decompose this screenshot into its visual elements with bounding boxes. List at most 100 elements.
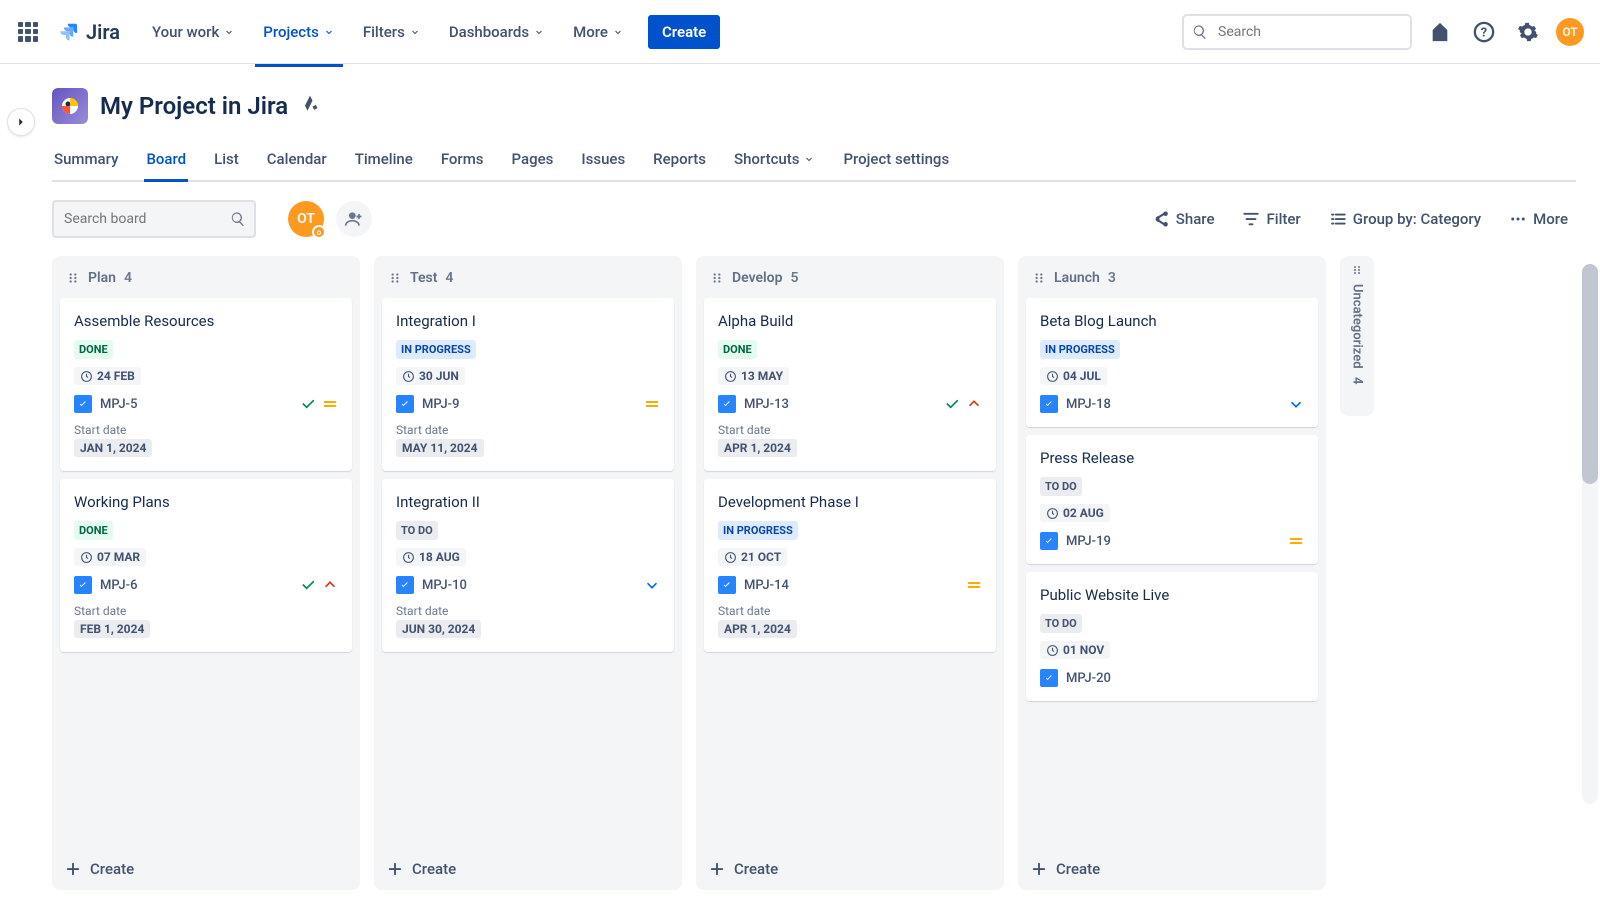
column-header[interactable]: Develop 5 xyxy=(696,256,1004,294)
column-plan: Plan 4 Assemble Resources DONE 24 FEB MP… xyxy=(52,256,360,890)
nav-item-dashboards[interactable]: Dashboards xyxy=(441,17,553,47)
start-date: Start dateAPR 1, 2024 xyxy=(718,604,982,638)
status-badge: DONE xyxy=(74,521,113,540)
plus-icon xyxy=(386,860,404,878)
card-MPJ-5[interactable]: Assemble Resources DONE 24 FEB MPJ-5 Sta… xyxy=(60,298,352,471)
search-icon xyxy=(1192,24,1208,40)
card-MPJ-13[interactable]: Alpha Build DONE 13 MAY MPJ-13 Start dat… xyxy=(704,298,996,471)
column-header[interactable]: Test 4 xyxy=(374,256,682,294)
card-MPJ-9[interactable]: Integration I IN PROGRESS 30 JUN MPJ-9 S… xyxy=(382,298,674,471)
tab-issues[interactable]: Issues xyxy=(579,142,627,180)
nav-item-projects[interactable]: Projects xyxy=(255,17,343,47)
card-title: Beta Blog Launch xyxy=(1040,312,1304,330)
done-check-icon xyxy=(944,396,960,412)
vertical-scrollbar[interactable] xyxy=(1582,264,1598,804)
card-MPJ-20[interactable]: Public Website Live TO DO 01 NOV MPJ-20 xyxy=(1026,572,1318,701)
clock-icon xyxy=(80,370,93,383)
clock-icon xyxy=(402,370,415,383)
start-date: Start dateJUN 30, 2024 xyxy=(396,604,660,638)
column-header[interactable]: Plan 4 xyxy=(52,256,360,294)
plus-icon xyxy=(708,860,726,878)
tab-board[interactable]: Board xyxy=(144,142,188,180)
drag-handle-icon[interactable] xyxy=(388,271,402,285)
done-check-icon xyxy=(300,577,316,593)
column-name: Test xyxy=(410,270,437,286)
group-by-label: Group by: Category xyxy=(1353,210,1481,228)
share-button[interactable]: Share xyxy=(1144,204,1223,234)
card-status-icons xyxy=(1288,396,1304,412)
column-header[interactable]: Launch 3 xyxy=(1018,256,1326,294)
app-switcher-icon[interactable] xyxy=(16,20,40,44)
column-body: Beta Blog Launch IN PROGRESS 04 JUL MPJ-… xyxy=(1018,294,1326,848)
card-title: Integration II xyxy=(396,493,660,511)
priority-medium-icon xyxy=(1288,533,1304,549)
more-button[interactable]: More xyxy=(1501,204,1576,234)
priority-low-icon xyxy=(1288,396,1304,412)
tab-timeline[interactable]: Timeline xyxy=(353,142,415,180)
drag-handle-icon[interactable] xyxy=(1032,271,1046,285)
create-issue-button[interactable]: Create xyxy=(52,848,360,890)
global-search-input[interactable] xyxy=(1182,14,1412,50)
project-icon xyxy=(52,88,88,124)
due-date-chip: 01 NOV xyxy=(1040,641,1110,659)
board-scroll-area: Plan 4 Assemble Resources DONE 24 FEB MP… xyxy=(52,256,1576,900)
tab-shortcuts[interactable]: Shortcuts xyxy=(732,142,817,180)
drag-handle-icon[interactable] xyxy=(1351,264,1363,276)
drag-handle-icon[interactable] xyxy=(66,271,80,285)
clock-icon xyxy=(724,551,737,564)
create-button[interactable]: Create xyxy=(648,15,720,49)
nav-item-more[interactable]: More xyxy=(565,17,632,47)
column-uncategorized-collapsed[interactable]: Uncategorized4 xyxy=(1340,256,1374,416)
tab-project-settings[interactable]: Project settings xyxy=(841,142,951,180)
board-search-input[interactable] xyxy=(52,200,256,238)
tab-forms[interactable]: Forms xyxy=(439,142,486,180)
card-MPJ-6[interactable]: Working Plans DONE 07 MAR MPJ-6 Start da… xyxy=(60,479,352,652)
board-user-avatar[interactable]: OT o xyxy=(288,201,324,237)
add-people-button[interactable] xyxy=(336,201,372,237)
help-icon[interactable]: ? xyxy=(1468,16,1500,48)
notifications-icon[interactable] xyxy=(1424,16,1456,48)
start-date: Start dateFEB 1, 2024 xyxy=(74,604,338,638)
tab-calendar[interactable]: Calendar xyxy=(265,142,329,180)
create-issue-button[interactable]: Create xyxy=(1018,848,1326,890)
priority-medium-icon xyxy=(322,396,338,412)
card-title: Public Website Live xyxy=(1040,586,1304,604)
column-name: Develop xyxy=(732,270,782,286)
column-develop: Develop 5 Alpha Build DONE 13 MAY MPJ-13… xyxy=(696,256,1004,890)
tab-list[interactable]: List xyxy=(212,142,241,180)
task-type-icon xyxy=(718,576,736,594)
nav-item-filters[interactable]: Filters xyxy=(355,17,429,47)
card-MPJ-10[interactable]: Integration II TO DO 18 AUG MPJ-10 Start… xyxy=(382,479,674,652)
customize-icon[interactable] xyxy=(300,94,324,118)
status-badge: IN PROGRESS xyxy=(396,340,476,359)
nav-item-your-work[interactable]: Your work xyxy=(144,17,243,47)
scrollbar-thumb[interactable] xyxy=(1582,264,1598,484)
chevron-down-icon xyxy=(409,26,421,38)
card-MPJ-14[interactable]: Development Phase I IN PROGRESS 21 OCT M… xyxy=(704,479,996,652)
column-test: Test 4 Integration I IN PROGRESS 30 JUN … xyxy=(374,256,682,890)
create-issue-button[interactable]: Create xyxy=(374,848,682,890)
global-search[interactable] xyxy=(1182,14,1412,50)
drag-handle-icon[interactable] xyxy=(710,271,724,285)
status-badge: TO DO xyxy=(1040,614,1082,633)
task-type-icon xyxy=(74,395,92,413)
jira-logo[interactable]: Jira xyxy=(56,20,120,44)
filter-button[interactable]: Filter xyxy=(1234,204,1308,234)
settings-icon[interactable] xyxy=(1512,16,1544,48)
status-badge: DONE xyxy=(718,340,757,359)
clock-icon xyxy=(1046,644,1059,657)
user-avatar[interactable]: OT xyxy=(1556,18,1584,46)
card-title: Alpha Build xyxy=(718,312,982,330)
card-MPJ-18[interactable]: Beta Blog Launch IN PROGRESS 04 JUL MPJ-… xyxy=(1026,298,1318,427)
card-MPJ-19[interactable]: Press Release TO DO 02 AUG MPJ-19 xyxy=(1026,435,1318,564)
tab-reports[interactable]: Reports xyxy=(651,142,708,180)
sidebar-expand-button[interactable] xyxy=(7,108,35,136)
task-type-icon xyxy=(74,576,92,594)
create-issue-button[interactable]: Create xyxy=(696,848,1004,890)
card-key: MPJ-9 xyxy=(396,395,459,413)
clock-icon xyxy=(80,551,93,564)
tab-summary[interactable]: Summary xyxy=(52,142,120,180)
tab-pages[interactable]: Pages xyxy=(510,142,556,180)
group-by-button[interactable]: Group by: Category xyxy=(1321,204,1489,234)
board-search[interactable] xyxy=(52,200,256,238)
